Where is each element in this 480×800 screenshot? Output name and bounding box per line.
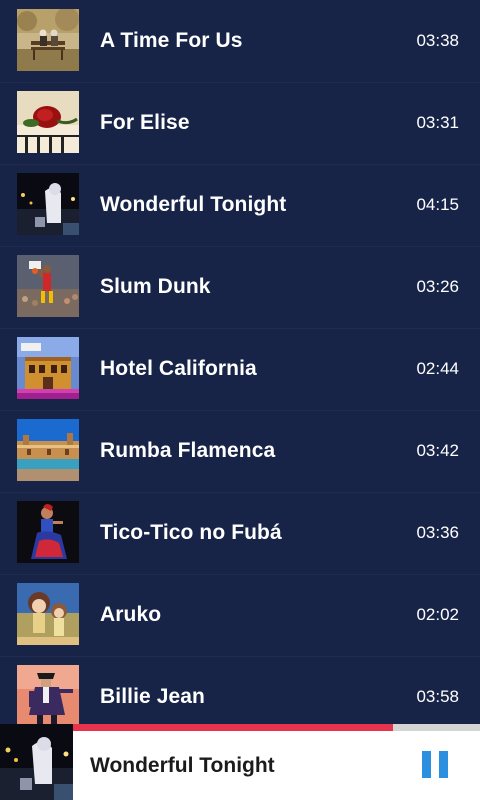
album-art-thumbnail [17, 173, 79, 235]
album-art-thumbnail [17, 9, 79, 71]
song-row[interactable]: For Elise 03:31 [0, 82, 480, 165]
song-duration: 03:38 [416, 31, 459, 50]
song-row[interactable]: Rumba Flamenca 03:42 [0, 410, 480, 493]
now-playing-title: Wonderful Tonight [90, 754, 275, 777]
album-art-thumbnail [17, 255, 79, 317]
song-row[interactable]: A Time For Us 03:38 [0, 0, 480, 83]
playback-progress-fill [73, 724, 393, 731]
album-art-thumbnail [17, 91, 79, 153]
pause-button[interactable] [422, 751, 448, 778]
song-title: Wonderful Tonight [100, 193, 287, 216]
song-title: Billie Jean [100, 685, 205, 708]
song-duration: 04:15 [416, 195, 459, 214]
song-row[interactable]: Wonderful Tonight 04:15 [0, 164, 480, 247]
album-art-thumbnail [17, 501, 79, 563]
song-title: Hotel California [100, 357, 257, 380]
song-list: A Time For Us 03:38 For Elise 03:31 Wond… [0, 0, 480, 724]
song-title: Aruko [100, 603, 162, 626]
pause-icon [439, 751, 448, 778]
song-duration: 03:31 [416, 113, 459, 132]
song-row[interactable]: Tico-Tico no Fubá 03:36 [0, 492, 480, 575]
song-duration: 02:44 [416, 359, 459, 378]
album-art-thumbnail [17, 419, 79, 481]
album-art-thumbnail [17, 665, 79, 724]
song-duration: 03:42 [416, 441, 459, 460]
song-title: Rumba Flamenca [100, 439, 276, 462]
song-title: Tico-Tico no Fubá [100, 521, 282, 544]
song-duration: 03:58 [416, 687, 459, 706]
song-row[interactable]: Aruko 02:02 [0, 574, 480, 657]
now-playing-bar[interactable]: Wonderful Tonight [0, 724, 480, 800]
song-title: A Time For Us [100, 29, 243, 52]
album-art-thumbnail [17, 583, 79, 645]
album-art-thumbnail [17, 337, 79, 399]
now-playing-art [0, 724, 73, 800]
song-duration: 03:36 [416, 523, 459, 542]
song-title: Slum Dunk [100, 275, 211, 298]
song-duration: 03:26 [416, 277, 459, 296]
song-row[interactable]: Slum Dunk 03:26 [0, 246, 480, 329]
song-row[interactable]: Hotel California 02:44 [0, 328, 480, 411]
song-duration: 02:02 [416, 605, 459, 624]
song-title: For Elise [100, 111, 190, 134]
playback-progress-bar[interactable] [73, 724, 480, 731]
pause-icon [422, 751, 431, 778]
song-row[interactable]: Billie Jean 03:58 [0, 656, 480, 724]
